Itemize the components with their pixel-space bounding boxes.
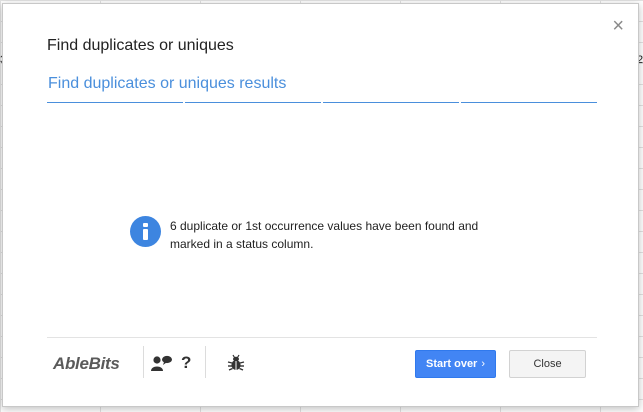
- find-duplicates-dialog: × Find duplicates or uniques Find duplic…: [2, 3, 639, 407]
- step-title: Find duplicates or uniques results: [48, 75, 287, 92]
- dialog-title: Find duplicates or uniques: [47, 37, 234, 54]
- contact-support-icon[interactable]: [151, 355, 173, 376]
- result-message: 6 duplicate or 1st occurrence values hav…: [130, 215, 510, 253]
- footer-divider: [47, 337, 597, 338]
- chevron-right-icon: ›: [481, 358, 486, 370]
- ablebits-logo[interactable]: AbleBits: [53, 354, 120, 374]
- start-over-label: Start over: [425, 358, 478, 370]
- progress-step-3: [323, 102, 459, 103]
- start-over-button[interactable]: Start over ›: [415, 350, 496, 378]
- progress-step-4: [461, 102, 597, 103]
- bug-report-icon[interactable]: [227, 354, 245, 377]
- progress-step-1: [47, 102, 183, 103]
- info-icon: [130, 216, 161, 247]
- close-button[interactable]: Close: [509, 350, 586, 378]
- help-icon[interactable]: ?: [181, 353, 191, 373]
- step-progress-bar: [47, 102, 597, 104]
- progress-step-2: [185, 102, 321, 103]
- result-message-text: 6 duplicate or 1st occurrence values hav…: [170, 219, 479, 251]
- footer-separator: [143, 346, 144, 378]
- close-button-label: Close: [533, 358, 562, 370]
- footer-separator: [205, 346, 206, 378]
- close-icon[interactable]: ×: [612, 16, 624, 36]
